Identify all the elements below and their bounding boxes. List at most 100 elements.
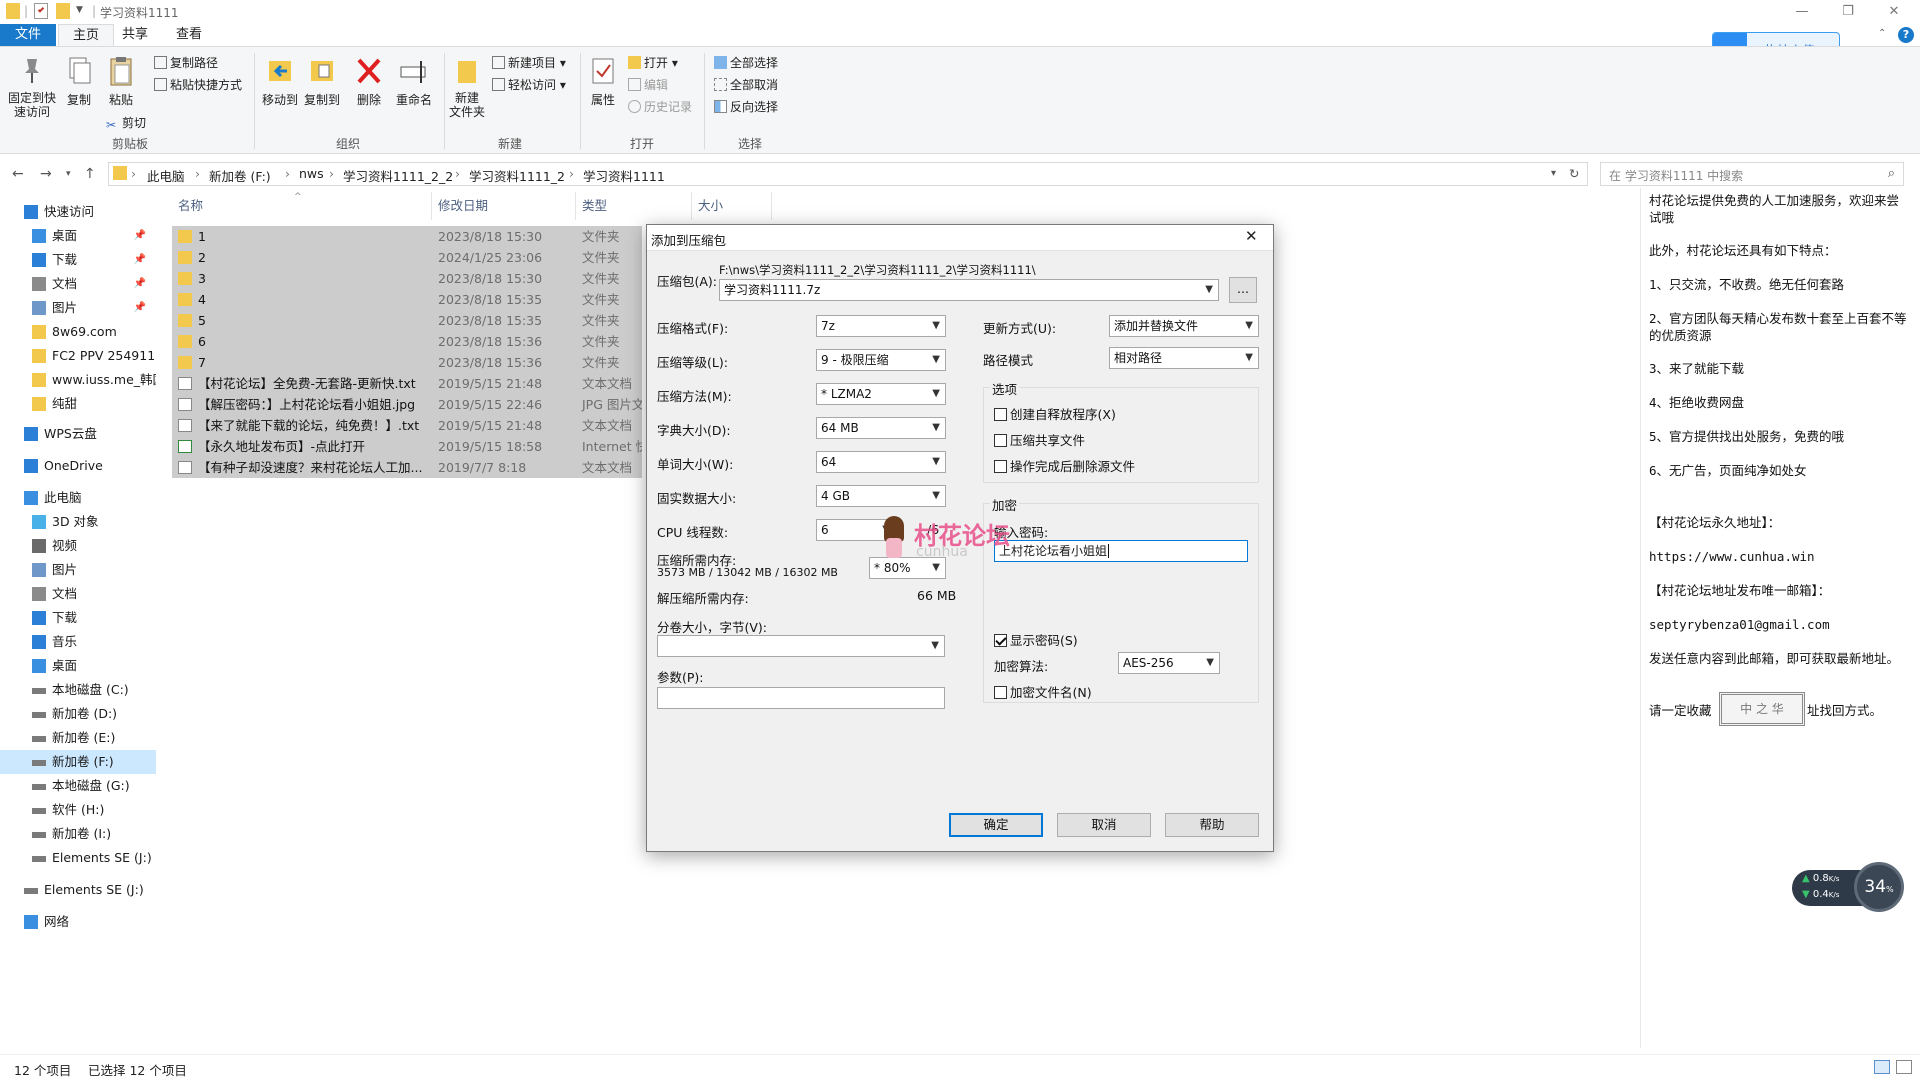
nav-item[interactable]: 软件 (H:) — [0, 798, 156, 822]
select-all-button[interactable]: 全部选择 — [714, 53, 778, 73]
nav-item[interactable]: 图片 📌 — [0, 296, 156, 320]
easy-access-button[interactable]: 轻松访问 ▾ — [492, 75, 566, 95]
rename-button[interactable]: 重命名 — [394, 55, 434, 108]
refresh-icon[interactable]: ↻ — [1569, 166, 1579, 181]
file-row[interactable]: 2 2024/1/25 23:06 文件夹 — [172, 247, 642, 268]
nav-item[interactable]: 新加卷 (E:) — [0, 726, 156, 750]
file-row[interactable]: 【来了就能下载的论坛，纯免费！】.txt 2019/5/15 21:48 文本文档 — [172, 415, 642, 436]
tab-view[interactable]: 查看 — [162, 24, 216, 46]
file-row[interactable]: 【解压密码：】上村花论坛看小姐姐.jpg 2019/5/15 22:46 JPG 图… — [172, 394, 642, 415]
details-view-icon[interactable] — [1874, 1060, 1890, 1074]
file-row[interactable]: 【永久地址发布页】-点此打开 2019/5/15 18:58 Internet 快捷… — [172, 436, 642, 457]
open-button[interactable]: 打开 ▾ — [628, 53, 678, 73]
nav-item[interactable]: 视频 — [0, 534, 156, 558]
ok-button[interactable]: 确定 — [949, 813, 1043, 837]
paste-button[interactable]: 粘贴 — [102, 55, 140, 108]
history-button[interactable]: 历史记录 — [628, 97, 692, 117]
nav-item[interactable]: Elements SE (J:) — [0, 846, 156, 870]
properties-icon[interactable] — [34, 3, 48, 19]
new-folder-quick-icon[interactable] — [56, 3, 70, 19]
cancel-button[interactable]: 取消 — [1057, 813, 1151, 837]
file-row[interactable]: 1 2023/8/18 15:30 文件夹 — [172, 226, 642, 247]
nav-item[interactable]: 桌面 📌 — [0, 224, 156, 248]
breadcrumb-folder-2[interactable]: 学习资料1111_2 — [469, 166, 565, 185]
nav-item[interactable]: 桌面 — [0, 654, 156, 678]
nav-item[interactable]: 此电脑 — [0, 486, 156, 510]
nav-item[interactable]: 8w69.com — [0, 320, 156, 344]
nav-item[interactable]: 纯甜 — [0, 392, 156, 416]
cpu-usage-gauge[interactable]: 34% — [1854, 862, 1904, 912]
nav-item[interactable]: 网络 — [0, 910, 156, 934]
select-none-button[interactable]: 全部取消 — [714, 75, 778, 95]
search-box[interactable]: 在 学习资料1111 中搜索 ⌕ — [1600, 162, 1904, 186]
compress-shared-checkbox[interactable]: 压缩共享文件 — [994, 430, 1085, 449]
file-row[interactable]: 3 2023/8/18 15:30 文件夹 — [172, 268, 642, 289]
nav-item[interactable]: 新加卷 (D:) — [0, 702, 156, 726]
nav-item[interactable]: 本地磁盘 (C:) — [0, 678, 156, 702]
nav-item[interactable]: WPS云盘 — [0, 422, 156, 446]
search-icon[interactable]: ⌕ — [1888, 166, 1895, 181]
encrypt-names-checkbox[interactable]: 加密文件名(N) — [994, 682, 1092, 701]
tab-file[interactable]: 文件 — [0, 24, 56, 46]
level-select[interactable]: 9 - 极限压缩 ▼ — [816, 349, 946, 371]
file-row[interactable]: 6 2023/8/18 15:36 文件夹 — [172, 331, 642, 352]
nav-item[interactable]: 图片 — [0, 558, 156, 582]
file-row[interactable]: 4 2023/8/18 15:35 文件夹 — [172, 289, 642, 310]
nav-item[interactable]: 本地磁盘 (G:) — [0, 774, 156, 798]
column-header-date[interactable]: 修改日期 — [432, 192, 576, 220]
invert-selection-button[interactable]: 反向选择 — [714, 97, 778, 117]
address-bar[interactable]: › 此电脑 › 新加卷 (F:) › nws › 学习资料1111_2_2 › … — [108, 162, 1588, 186]
file-row[interactable]: 【村花论坛】全免费-无套路-更新快.txt 2019/5/15 21:48 文本文档 — [172, 373, 642, 394]
recent-locations-icon[interactable]: ▾ — [66, 169, 71, 179]
nav-item[interactable]: 文档 📌 — [0, 272, 156, 296]
new-item-button[interactable]: 新建项目 ▾ — [492, 53, 566, 73]
browse-button[interactable]: ... — [1229, 277, 1257, 303]
parameters-input[interactable] — [657, 687, 945, 709]
up-arrow-icon[interactable]: ↑ — [84, 166, 96, 182]
copy-button[interactable]: 复制 — [62, 55, 96, 108]
column-header-name[interactable]: 名称 — [172, 192, 432, 220]
archive-name-combo[interactable]: 学习资料1111.7z ▼ — [719, 279, 1219, 301]
large-icons-view-icon[interactable] — [1896, 1060, 1912, 1074]
nav-item[interactable]: 快速访问 — [0, 200, 156, 224]
nav-item[interactable]: 音乐 — [0, 630, 156, 654]
collapse-ribbon-icon[interactable]: ⌃ — [1878, 28, 1886, 39]
move-to-button[interactable]: 移动到 — [260, 55, 300, 108]
dictionary-select[interactable]: 64 MB ▼ — [816, 417, 946, 439]
dialog-close-icon[interactable]: ✕ — [1245, 227, 1258, 245]
update-mode-select[interactable]: 添加并替换文件 ▼ — [1109, 315, 1259, 337]
solid-block-select[interactable]: 4 GB ▼ — [816, 485, 946, 507]
forward-arrow-icon[interactable]: → — [40, 166, 52, 182]
nav-item[interactable]: OneDrive — [0, 454, 156, 478]
show-password-checkbox[interactable]: 显示密码(S) — [994, 630, 1078, 649]
format-select[interactable]: 7z ▼ — [816, 315, 946, 337]
file-row[interactable]: 5 2023/8/18 15:35 文件夹 — [172, 310, 642, 331]
restore-icon[interactable]: ❐ — [1826, 0, 1870, 22]
tab-home[interactable]: 主页 — [58, 24, 115, 46]
breadcrumb-folder-current[interactable]: 学习资料1111 — [583, 166, 665, 185]
nav-item[interactable]: 下载 📌 — [0, 248, 156, 272]
breadcrumb-folder-1[interactable]: 学习资料1111_2_2 — [343, 166, 453, 185]
create-sfx-checkbox[interactable]: 创建自释放程序(X) — [994, 404, 1116, 423]
path-mode-select[interactable]: 相对路径 ▼ — [1109, 347, 1259, 369]
split-size-combo[interactable]: ▼ — [657, 635, 945, 657]
column-header-size[interactable]: 大小 — [692, 192, 772, 220]
nav-item[interactable]: Elements SE (J:) — [0, 878, 156, 902]
nav-item[interactable]: 新加卷 (I:) — [0, 822, 156, 846]
help-icon[interactable]: ? — [1898, 27, 1914, 43]
nav-item[interactable]: 下载 — [0, 606, 156, 630]
breadcrumb-nws[interactable]: nws — [299, 166, 324, 181]
close-icon[interactable]: ✕ — [1872, 0, 1916, 22]
address-dropdown-icon[interactable]: ▾ — [1551, 168, 1556, 179]
column-header-type[interactable]: 类型 — [576, 192, 692, 220]
method-select[interactable]: * LZMA2 ▼ — [816, 383, 946, 405]
nav-item[interactable]: 新加卷 (F:) — [0, 750, 156, 774]
delete-button[interactable]: 删除 — [352, 55, 386, 108]
minimize-icon[interactable]: — — [1780, 0, 1824, 22]
back-arrow-icon[interactable]: ← — [12, 166, 24, 182]
edit-button[interactable]: 编辑 — [628, 75, 668, 95]
nav-item[interactable]: FC2 PPV 2549115 — [0, 344, 156, 368]
nav-item[interactable]: 文档 — [0, 582, 156, 606]
breadcrumb-drive-f[interactable]: 新加卷 (F:) — [209, 166, 271, 185]
nav-item[interactable]: www.iuss.me_韩国 — [0, 368, 156, 392]
